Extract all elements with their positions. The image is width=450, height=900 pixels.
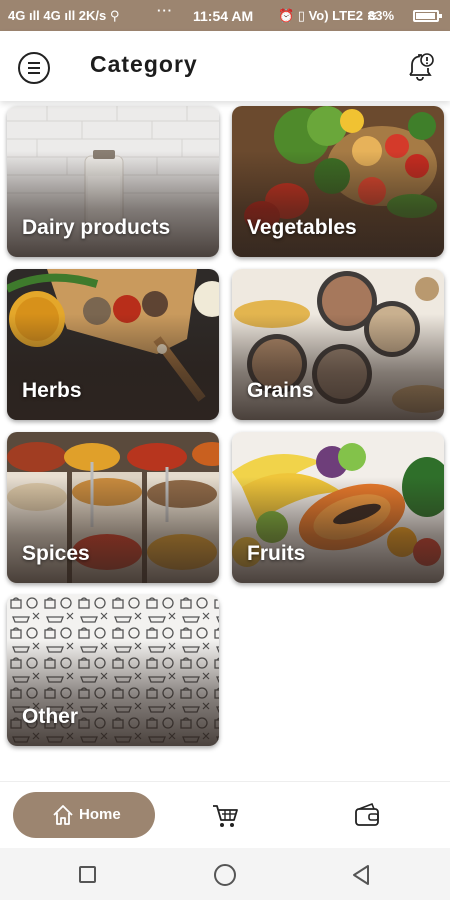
category-card-vegetables[interactable]: Vegetables — [232, 106, 444, 257]
home-icon — [53, 805, 73, 825]
category-card-spices[interactable]: Spices — [7, 432, 219, 583]
category-label: Spices — [22, 542, 90, 565]
card-gradient — [232, 314, 444, 420]
triangle-back-icon[interactable] — [350, 863, 372, 887]
network-status: 4G ıll 4G ıll 2K/s ⚲ — [8, 8, 120, 23]
home-tab[interactable]: Home — [13, 792, 155, 838]
category-label: Herbs — [22, 379, 82, 402]
system-navigation-bar — [0, 848, 450, 900]
category-label: Grains — [247, 379, 314, 402]
category-label: Fruits — [247, 542, 306, 565]
category-card-fruits[interactable]: Fruits — [232, 432, 444, 583]
battery-icon — [413, 10, 442, 22]
status-bar: 4G ıll 4G ıll 2K/s ⚲ ··· 11:54 AM ⏰ ▯ Vo… — [0, 0, 450, 31]
page-title: Category — [90, 51, 198, 77]
shopping-cart-icon[interactable] — [210, 800, 240, 830]
app-header: Category — [0, 31, 450, 101]
card-gradient — [7, 151, 219, 257]
clock: 11:54 AM — [193, 8, 254, 24]
category-card-other[interactable]: Other — [7, 595, 219, 746]
hamburger-menu-icon[interactable] — [18, 52, 50, 84]
more-notifications: ··· — [157, 3, 173, 18]
system-status-icons: ⏰ ▯ Vo) LTE2 ≋ — [278, 8, 378, 23]
bell-alert-icon[interactable] — [402, 49, 438, 85]
card-gradient — [7, 314, 219, 420]
circle-icon[interactable] — [214, 864, 236, 886]
card-gradient — [7, 477, 219, 583]
card-gradient — [232, 477, 444, 583]
category-label: Dairy products — [22, 216, 171, 239]
category-card-grains[interactable]: Grains — [232, 269, 444, 420]
category-card-dairy-products[interactable]: Dairy products — [7, 106, 219, 257]
card-gradient — [7, 640, 219, 746]
card-gradient — [232, 151, 444, 257]
category-label: Other — [22, 705, 79, 728]
battery-percent: 83% — [368, 8, 395, 23]
category-card-herbs[interactable]: Herbs — [7, 269, 219, 420]
wallet-icon[interactable] — [352, 800, 382, 830]
square-icon[interactable] — [79, 866, 96, 883]
home-tab-label: Home — [79, 806, 121, 823]
bottom-navigation: Home — [0, 781, 450, 848]
category-label: Vegetables — [247, 216, 357, 239]
